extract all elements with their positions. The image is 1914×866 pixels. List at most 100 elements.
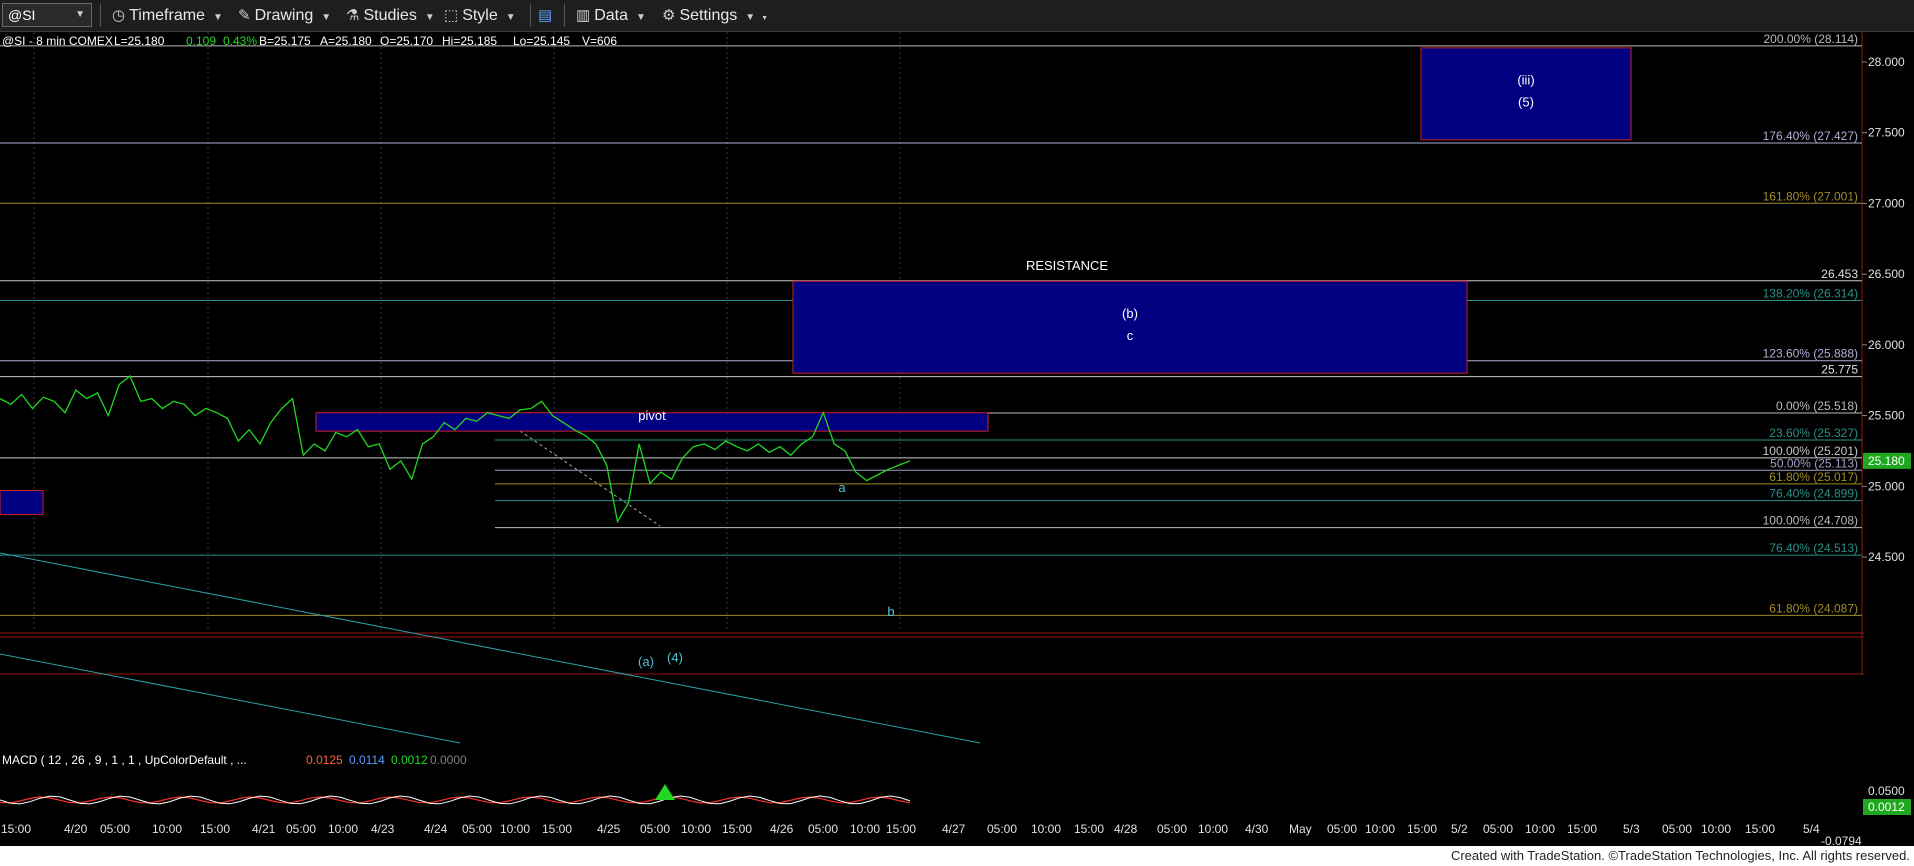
chevron-down-icon: ▼ xyxy=(424,12,435,23)
time-axis-label: 15:00 xyxy=(1567,822,1597,836)
time-axis-label: 10:00 xyxy=(1701,822,1731,836)
macd-axis-label: -0.0794 xyxy=(1821,834,1862,846)
time-axis-label: 15:00 xyxy=(1745,822,1775,836)
macd-axis-label: 0.0500 xyxy=(1868,784,1905,798)
time-axis-label: 4/28 xyxy=(1114,822,1138,836)
resistance-title: RESISTANCE xyxy=(1026,258,1108,273)
fib-label: 76.40% (24.513) xyxy=(1769,541,1858,555)
axis-tick-label: 25.000 xyxy=(1868,479,1905,493)
wave-label: a xyxy=(838,480,846,495)
time-axis-label: 4/25 xyxy=(597,822,621,836)
change: 0.109 xyxy=(186,34,216,48)
time-axis-label: 10:00 xyxy=(1525,822,1555,836)
chevron-down-icon: ▼ xyxy=(635,12,646,23)
chevron-down-small-icon: ▼ xyxy=(761,15,769,22)
drawing-menu[interactable]: ✎ Drawing ▼ xyxy=(238,4,331,27)
pencil-icon: ✎ xyxy=(238,7,251,24)
time-axis-label: 10:00 xyxy=(681,822,711,836)
time-axis-label: May xyxy=(1289,822,1312,836)
wave-label: b xyxy=(887,604,894,619)
time-axis-label: 15:00 xyxy=(1,822,31,836)
flask-icon: ⚗ xyxy=(346,7,360,24)
axis-tick-label: 25.500 xyxy=(1868,409,1905,423)
time-axis-label: 10:00 xyxy=(152,822,182,836)
chart-area[interactable]: 200.00% (28.114) 176.40% (27.427) 161.80% … xyxy=(0,32,1914,846)
axis-tick-label: 24.500 xyxy=(1868,550,1905,564)
time-axis-label: 05:00 xyxy=(808,822,838,836)
time-axis-label: 4/23 xyxy=(371,822,395,836)
bar-chart-icon: ▥ xyxy=(576,7,591,24)
footer: Created with TradeStation. ©TradeStation… xyxy=(0,846,1914,866)
time-axis-label: 05:00 xyxy=(1483,822,1513,836)
clock-icon: ◷ xyxy=(112,7,126,24)
last-price: L=25.180 xyxy=(114,34,165,48)
time-axis-label: 10:00 xyxy=(500,822,530,836)
volume: V=606 xyxy=(582,34,617,48)
time-axis-label: 4/21 xyxy=(252,822,276,836)
studies-menu[interactable]: ⚗ Studies ▼ xyxy=(346,4,435,27)
time-axis-label: 10:00 xyxy=(1365,822,1395,836)
time-axis-label: 15:00 xyxy=(886,822,916,836)
axis-tick-label: 26.000 xyxy=(1868,338,1905,352)
time-axis-label: 05:00 xyxy=(1327,822,1357,836)
toolbar-separator xyxy=(530,4,531,27)
time-axis-label: 4/27 xyxy=(942,822,966,836)
time-axis-label: 10:00 xyxy=(1031,822,1061,836)
timeframe-menu[interactable]: ◷ Timeframe ▼ xyxy=(112,4,223,27)
time-axis-label: 05:00 xyxy=(462,822,492,836)
wave-label: (4) xyxy=(667,650,683,665)
fib-label: 176.40% (27.427) xyxy=(1763,129,1858,143)
fib-label: 50.00% (25.113) xyxy=(1770,456,1858,470)
axis-tick-label: 26.500 xyxy=(1868,267,1905,281)
axis-tick-label: 27.000 xyxy=(1868,196,1905,210)
iii-target-box-label: (5) xyxy=(1518,95,1534,110)
fib-label: 0.00% (25.518) xyxy=(1776,399,1858,413)
data-label: Data xyxy=(594,7,628,24)
time-axis-label: 10:00 xyxy=(850,822,880,836)
fib-label: 123.60% (25.888) xyxy=(1763,347,1858,361)
chevron-down-icon: ▼ xyxy=(212,12,223,23)
change-pct: 0.43% xyxy=(223,34,257,48)
axis-tick-label: 27.500 xyxy=(1868,126,1905,140)
time-axis-label: 4/26 xyxy=(770,822,794,836)
copyright-text: Created with TradeStation. ©TradeStation… xyxy=(1450,848,1910,863)
macd-tag-label: 0.0012 xyxy=(1868,800,1905,814)
settings-menu[interactable]: ⚙ Settings ▼ ▼ xyxy=(662,4,768,27)
settings-label: Settings xyxy=(679,7,738,24)
symbol-info: @SI - 8 min COMEX xyxy=(2,34,113,48)
fib-label: 76.40% (24.899) xyxy=(1769,487,1858,501)
low: Lo=25.145 xyxy=(513,34,570,48)
macd-zero: 0.0000 xyxy=(430,753,467,767)
gear-icon: ⚙ xyxy=(662,7,676,24)
time-axis-label: 05:00 xyxy=(100,822,130,836)
symbol-input[interactable]: @SI ▼ xyxy=(2,3,92,27)
wave-label: (a) xyxy=(638,654,654,669)
time-axis-label: 15:00 xyxy=(1407,822,1437,836)
fib-label: 138.20% (26.314) xyxy=(1763,286,1858,300)
style-menu[interactable]: ⬚ Style ▼ xyxy=(444,4,516,27)
bid: B=25.175 xyxy=(259,34,311,48)
resistance-box-label: c xyxy=(1127,328,1134,343)
iii-target-box-label: (iii) xyxy=(1517,73,1534,88)
fib-label: 161.80% (27.001) xyxy=(1763,189,1858,203)
price-tag-label: 26.453 xyxy=(1821,267,1858,281)
macd-value: 0.0125 xyxy=(306,753,343,767)
drawing-label: Drawing xyxy=(254,7,314,24)
data-menu[interactable]: ▥ Data ▼ xyxy=(576,4,646,27)
style-icon: ⬚ xyxy=(444,7,459,24)
fib-label: 61.80% (24.087) xyxy=(1769,601,1858,615)
resistance-box-label: (b) xyxy=(1122,306,1138,321)
fib-label: 100.00% (24.708) xyxy=(1763,514,1858,528)
symbol-value: @SI xyxy=(8,7,36,23)
timeframe-label: Timeframe xyxy=(129,7,205,24)
time-axis-label: 05:00 xyxy=(1157,822,1187,836)
panels-button[interactable]: ▤ xyxy=(538,4,556,27)
toolbar-separator xyxy=(100,4,101,27)
chevron-down-icon: ▼ xyxy=(745,12,756,23)
time-axis-label: 05:00 xyxy=(640,822,670,836)
macd-avg: 0.0114 xyxy=(349,753,385,767)
time-axis-label: 10:00 xyxy=(328,822,358,836)
time-axis-label: 4/24 xyxy=(424,822,448,836)
symbol-header: @SI - 8 min COMEX L=25.180 0.109 0.43% B… xyxy=(2,34,617,48)
chevron-down-icon[interactable]: ▼ xyxy=(75,4,85,26)
